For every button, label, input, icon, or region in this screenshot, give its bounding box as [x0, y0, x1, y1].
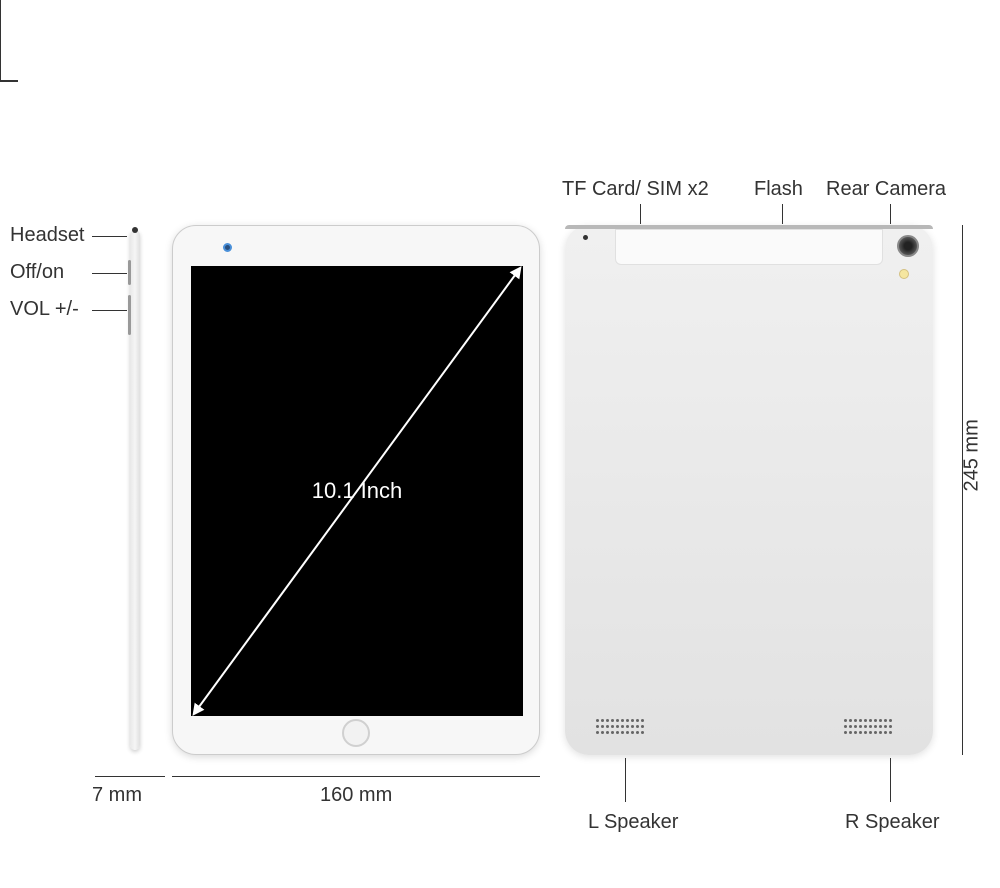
dimension-tick: [0, 60, 1, 80]
dimension-tick: [0, 40, 1, 60]
width-dimension-bar: [172, 776, 540, 777]
flash-label: Flash: [754, 178, 803, 201]
leader-line: [782, 204, 783, 224]
width-value: 160 mm: [320, 784, 392, 807]
tablet-side-profile: [130, 230, 140, 750]
headset-label: Headset: [10, 224, 85, 247]
headset-jack-icon: [132, 227, 138, 233]
tablet-front-view: 10.1 Inch: [172, 225, 540, 755]
home-button-icon: [342, 719, 370, 747]
dimension-tick: [0, 81, 18, 82]
mic-icon: [583, 235, 588, 240]
volume-label: VOL +/-: [10, 298, 79, 321]
leader-line: [890, 758, 891, 802]
dimension-tick: [0, 20, 1, 40]
flash-icon: [899, 269, 909, 279]
right-speaker-grille: [843, 717, 903, 739]
volume-button-icon: [128, 295, 131, 335]
front-camera-icon: [223, 243, 232, 252]
left-speaker-label: L Speaker: [588, 811, 678, 834]
tablet-screen: 10.1 Inch: [191, 266, 523, 716]
thickness-value: 7 mm: [92, 784, 142, 807]
leader-line: [640, 204, 641, 224]
antenna-band: [615, 229, 883, 265]
leader-line: [92, 273, 127, 274]
thickness-dimension-bar: [95, 776, 165, 777]
rear-camera-icon: [897, 235, 919, 257]
rear-camera-label: Rear Camera: [826, 178, 946, 201]
tablet-back-view: [565, 225, 933, 755]
power-button-icon: [128, 260, 131, 285]
tf-sim-label: TF Card/ SIM x2: [562, 178, 709, 201]
screen-size-label: 10.1 Inch: [312, 478, 403, 504]
dimension-tick: [0, 0, 1, 20]
leader-line: [625, 758, 626, 802]
leader-line: [890, 204, 891, 224]
left-speaker-grille: [595, 717, 655, 739]
leader-line: [92, 236, 127, 237]
height-value: 245 mm: [961, 419, 984, 491]
leader-line: [92, 310, 127, 311]
right-speaker-label: R Speaker: [845, 811, 940, 834]
power-label: Off/on: [10, 261, 64, 284]
